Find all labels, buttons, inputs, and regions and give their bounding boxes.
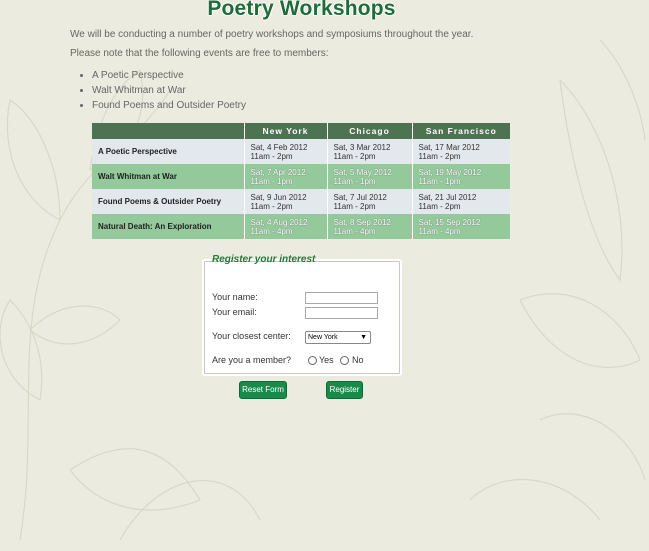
table-header-row: New York Chicago San Francisco [92,123,510,139]
table-row: Walt Whitman at War Sat, 7 Apr 2012 11am … [92,164,510,189]
member-yes-label: Yes [319,355,334,365]
column-header: San Francisco [412,123,510,139]
list-item: A Poetic Perspective [92,69,246,84]
member-no-radio[interactable] [340,356,349,365]
slot-time: 11am - 1pm [250,176,293,186]
name-label: Your name: [212,292,258,302]
event-slot: Sat, 21 Jul 2012 11am - 2pm [412,189,510,214]
reset-form-button[interactable]: Reset Form [239,381,287,399]
slot-date: Sat, 4 Feb 2012 [250,142,308,152]
slot-time: 11am - 1pm [333,176,376,186]
slot-date: Sat, 19 May 2012 [418,167,482,177]
event-slot: Sat, 4 Feb 2012 11am - 2pm [244,139,328,164]
event-name: Natural Death: An Exploration [92,214,245,239]
slot-date: Sat, 7 Apr 2012 [250,167,306,177]
slot-date: Sat, 8 Sep 2012 [333,217,391,227]
center-label: Your closest center: [212,331,291,341]
slot-date: Sat, 7 Jul 2012 [333,192,387,202]
slot-date: Sat, 5 May 2012 [333,167,392,177]
registration-form: Register your interest Your name: Your e… [202,254,402,376]
center-select[interactable]: New York ▼ [305,331,371,344]
slot-date: Sat, 3 Mar 2012 [333,142,391,152]
slot-time: 11am - 2pm [250,201,293,211]
event-slot: Sat, 3 Mar 2012 11am - 2pm [327,139,413,164]
event-slot: Sat, 17 Mar 2012 11am - 2pm [412,139,510,164]
event-name: A Poetic Perspective [92,139,245,164]
event-name: Found Poems & Outsider Poetry [92,189,245,214]
slot-date: Sat, 9 Jun 2012 [250,192,307,202]
slot-time: 11am - 2pm [250,151,293,161]
list-item: Walt Whitman at War [92,84,246,99]
event-slot: Sat, 5 May 2012 11am - 1pm [327,164,413,189]
event-slot: Sat, 7 Jul 2012 11am - 2pm [327,189,413,214]
slot-time: 11am - 1pm [418,176,461,186]
name-input[interactable] [305,292,378,304]
column-header [92,123,245,139]
email-input[interactable] [305,307,378,319]
column-header: New York [244,123,328,139]
table-row: Found Poems & Outsider Poetry Sat, 9 Jun… [92,189,510,214]
event-slot: Sat, 15 Sep 2012 11am - 4pm [412,214,510,239]
table-row: A Poetic Perspective Sat, 4 Feb 2012 11am… [92,139,510,164]
column-header: Chicago [327,123,413,139]
member-yes-radio[interactable] [308,356,317,365]
slot-time: 11am - 4pm [250,226,293,236]
chevron-down-icon: ▼ [360,334,367,341]
slot-date: Sat, 21 Jul 2012 [418,192,477,202]
member-no-label: No [352,355,364,365]
schedule-table: New York Chicago San Francisco A Poetic … [92,123,510,239]
event-slot: Sat, 7 Apr 2012 11am - 1pm [244,164,328,189]
slot-date: Sat, 17 Mar 2012 [418,142,480,152]
members-note: Please note that the following events ar… [70,48,329,59]
event-slot: Sat, 9 Jun 2012 11am - 2pm [244,189,328,214]
events-list: A Poetic Perspective Walt Whitman at War… [78,69,246,114]
slot-date: Sat, 15 Sep 2012 [418,217,481,227]
slot-time: 11am - 2pm [333,201,376,211]
event-name: Walt Whitman at War [92,164,245,189]
event-slot: Sat, 19 May 2012 11am - 1pm [412,164,510,189]
table-row: Natural Death: An Exploration Sat, 4 Aug… [92,214,510,239]
register-button[interactable]: Register [326,381,363,399]
form-legend: Register your interest [212,254,316,265]
intro-text: We will be conducting a number of poetry… [70,29,474,40]
member-label: Are you a member? [212,355,292,365]
slot-time: 11am - 2pm [418,201,461,211]
slot-time: 11am - 4pm [333,226,376,236]
event-slot: Sat, 4 Aug 2012 11am - 4pm [244,214,328,239]
slot-time: 11am - 4pm [418,226,461,236]
email-label: Your email: [212,307,257,317]
slot-time: 11am - 2pm [333,151,376,161]
event-slot: Sat, 8 Sep 2012 11am - 4pm [327,214,413,239]
list-item: Found Poems and Outsider Poetry [92,99,246,114]
slot-date: Sat, 4 Aug 2012 [250,217,308,227]
page-title: Poetry Workshops [207,0,396,20]
slot-time: 11am - 2pm [418,151,461,161]
center-selected-value: New York [308,334,338,341]
